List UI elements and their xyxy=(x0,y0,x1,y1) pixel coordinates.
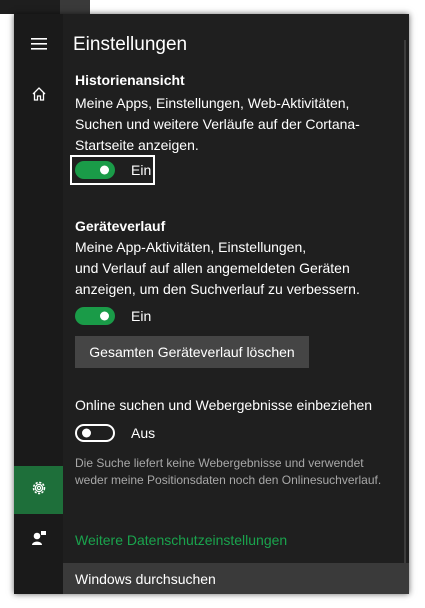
history-view-heading: Historienansicht xyxy=(75,72,185,88)
toggle-label: Ein xyxy=(131,308,152,324)
device-history-heading: Geräteverlauf xyxy=(75,218,166,234)
toggle-switch[interactable] xyxy=(75,424,115,442)
clear-device-history-button[interactable]: Gesamten Geräteverlauf löschen xyxy=(75,336,309,368)
toggle-knob xyxy=(100,311,109,321)
device-history-line: anzeigen, um den Suchverlauf zu verbesse… xyxy=(75,281,360,297)
settings-button[interactable] xyxy=(14,466,63,514)
device-history-line: und Verlauf auf allen angemeldeten Gerät… xyxy=(75,260,350,276)
search-bar[interactable]: Windows durchsuchen xyxy=(63,563,409,594)
history-view-description: Meine Apps, Einstellungen, Web-Aktivität… xyxy=(75,95,360,153)
toggle-switch[interactable] xyxy=(75,307,115,325)
nav-rail xyxy=(14,14,63,594)
home-button[interactable] xyxy=(14,72,63,120)
cortana-window: Einstellungen Historienansicht Meine App… xyxy=(14,14,409,594)
home-icon xyxy=(31,86,47,107)
page-title: Einstellungen xyxy=(73,34,188,55)
history-view-toggle[interactable]: Ein xyxy=(75,161,151,179)
privacy-settings-link[interactable]: Weitere Datenschutzeinstellungen xyxy=(75,532,287,548)
search-bar-label: Windows durchsuchen xyxy=(75,571,216,587)
toggle-switch[interactable] xyxy=(75,161,115,179)
menu-button[interactable] xyxy=(14,22,63,70)
scrollbar[interactable] xyxy=(404,40,406,580)
web-search-heading: Online suchen und Webergebnisse einbezie… xyxy=(75,397,373,413)
device-history-toggle[interactable]: Ein xyxy=(75,307,151,325)
web-search-description: Die Suche liefert keine Webergebnisse un… xyxy=(75,456,382,487)
web-search-toggle[interactable]: Aus xyxy=(75,424,155,442)
gear-icon xyxy=(30,479,48,502)
toggle-knob xyxy=(100,165,109,175)
feedback-button[interactable] xyxy=(14,516,63,564)
hamburger-icon xyxy=(30,37,47,55)
toggle-knob xyxy=(82,428,91,438)
desktop-strip xyxy=(60,0,90,14)
feedback-icon xyxy=(31,530,47,551)
toggle-label: Aus xyxy=(131,425,156,441)
settings-panel: Einstellungen Historienansicht Meine App… xyxy=(63,14,409,594)
desktop-background xyxy=(0,0,425,14)
toggle-label: Ein xyxy=(131,162,152,178)
device-history-line: Meine App-Aktivitäten, Einstellungen, xyxy=(75,239,307,255)
desktop-strip xyxy=(0,0,60,14)
